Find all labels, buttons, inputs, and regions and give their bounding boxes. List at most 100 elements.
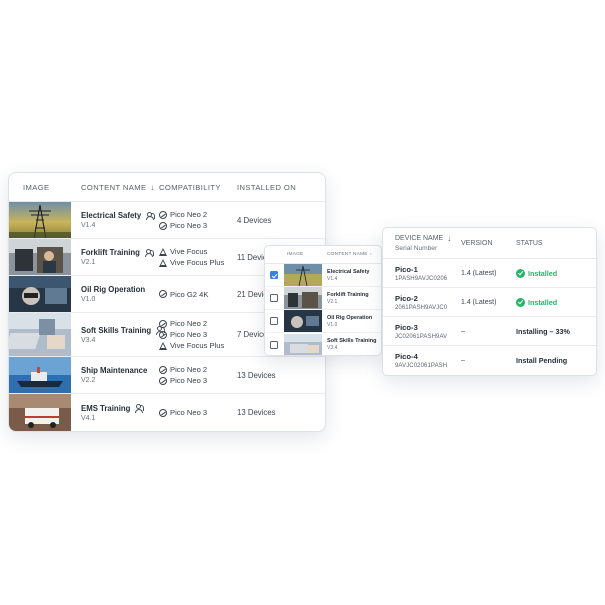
row-checkbox[interactable] bbox=[270, 317, 278, 325]
thumbnail-oil-rig-operation bbox=[284, 310, 322, 332]
picker-title: Soft Skills Training bbox=[327, 338, 377, 344]
header-content-name[interactable]: CONTENT NAME ↓ bbox=[71, 183, 159, 192]
device-version: 1.4 (Latest) bbox=[461, 269, 497, 277]
picker-version: V3.4 bbox=[327, 345, 338, 351]
header-installed-on: INSTALLED ON bbox=[237, 182, 297, 192]
picker-header-image: IMAGE bbox=[287, 252, 304, 257]
vive-logo-icon bbox=[159, 341, 167, 350]
header-compatibility: COMPATIBILITY bbox=[159, 182, 221, 192]
picker-header-content-name[interactable]: CONTENT NAME ↓ bbox=[322, 252, 372, 257]
vive-logo-icon bbox=[159, 258, 167, 267]
compatibility-list: Vive Focus Vive Focus Plus bbox=[159, 246, 237, 268]
picker-row[interactable]: Forklift Training V2.1 bbox=[265, 287, 381, 310]
device-version: – bbox=[461, 357, 465, 364]
users-icon bbox=[135, 404, 145, 413]
installed-count: 4 Devices bbox=[237, 215, 272, 225]
thumbnail-soft-skills-training bbox=[284, 333, 322, 355]
thumbnail-electrical-safety bbox=[284, 264, 322, 286]
picker-row[interactable]: Oil Rig Operation V1.0 bbox=[265, 310, 381, 333]
row-checkbox[interactable] bbox=[270, 340, 278, 349]
picker-header-content-name-label: CONTENT NAME bbox=[327, 252, 368, 257]
content-version: V1.0 bbox=[81, 296, 96, 303]
installed-count: 13 Devices bbox=[237, 370, 276, 380]
picker-header: IMAGE CONTENT NAME ↓ bbox=[265, 246, 381, 264]
header-serial-number: Serial Number bbox=[395, 245, 438, 252]
compatibility-list: Pico Neo 2 Pico Neo 3 Vive Focus Plus bbox=[159, 318, 237, 351]
check-circle-icon bbox=[516, 268, 525, 278]
device-row[interactable]: Pico-4 9AVJC02061PASH – Install Pending bbox=[383, 346, 596, 375]
content-version: V1.4 bbox=[81, 222, 96, 229]
thumbnail-forklift-training bbox=[9, 239, 71, 275]
device-row[interactable]: Pico-2 2061PASH9AVJC0 1.4 (Latest) Instal… bbox=[383, 288, 596, 317]
device-row[interactable]: Pico-1 1PASH9AVJC0206 1.4 (Latest) Instal… bbox=[383, 259, 596, 288]
pico-logo-icon bbox=[159, 221, 167, 230]
status-text: Installing – 33% bbox=[516, 326, 570, 336]
table-row[interactable]: EMS Training V4.1 Pico Neo 3 13 Devices bbox=[9, 394, 325, 431]
content-title: Forklift Training bbox=[81, 248, 159, 257]
picker-title: Forklift Training bbox=[327, 291, 369, 298]
thumbnail-oil-rig-operation bbox=[9, 276, 71, 312]
users-icon bbox=[144, 248, 155, 257]
table-row[interactable]: Electrical Safety V1.4 Pico Neo 2 Pico N… bbox=[9, 202, 325, 239]
header-device-name-label: DEVICE NAME bbox=[395, 235, 444, 242]
compatibility-list: Pico Neo 3 bbox=[159, 407, 237, 418]
pico-logo-icon bbox=[159, 408, 167, 417]
pico-logo-icon bbox=[159, 290, 167, 298]
content-version: V4.1 bbox=[81, 414, 96, 422]
device-table-header: DEVICE NAME ↓ Serial Number VERSION STATU… bbox=[383, 228, 596, 259]
pico-logo-icon bbox=[159, 210, 167, 219]
pico-logo-icon bbox=[159, 376, 167, 385]
content-version: V2.1 bbox=[81, 259, 96, 266]
content-table-header: IMAGE CONTENT NAME ↓ COMPATIBILITY INSTA… bbox=[9, 173, 325, 202]
sort-arrow-icon: ↓ bbox=[150, 182, 155, 192]
users-icon bbox=[146, 211, 156, 220]
vive-logo-icon bbox=[159, 247, 167, 256]
thumbnail-soft-skills-training bbox=[9, 313, 71, 356]
pico-logo-icon bbox=[159, 330, 167, 339]
device-status-card: DEVICE NAME ↓ Serial Number VERSION STATU… bbox=[382, 227, 597, 376]
table-row[interactable]: Ship Maintenance V2.2 Pico Neo 2 Pico Ne… bbox=[9, 357, 325, 394]
status-text: Install Pending bbox=[516, 356, 568, 365]
device-name: Pico-3 bbox=[395, 322, 418, 332]
device-serial: 2061PASH9AVJC0 bbox=[395, 304, 448, 311]
header-device-name[interactable]: DEVICE NAME ↓ Serial Number bbox=[383, 234, 461, 252]
header-status: STATUS bbox=[516, 239, 543, 247]
installed-count: 13 Devices bbox=[237, 408, 276, 417]
device-serial: 1PASH9AVJC0206 bbox=[395, 275, 448, 282]
pico-logo-icon bbox=[159, 365, 167, 374]
thumbnail-ems-training bbox=[9, 394, 71, 431]
sort-arrow-icon: ↓ bbox=[447, 234, 452, 243]
thumbnail-forklift-training bbox=[284, 287, 322, 309]
compatibility-list: Pico Neo 2 Pico Neo 3 bbox=[159, 209, 237, 231]
picker-row[interactable]: Soft Skills Training V3.4 bbox=[265, 333, 381, 355]
device-name: Pico-4 bbox=[395, 352, 418, 361]
row-checkbox[interactable] bbox=[270, 294, 278, 302]
header-version: VERSION bbox=[461, 239, 493, 247]
device-row[interactable]: Pico-3 JC02061PASH9AV – Installing – 33% bbox=[383, 317, 596, 346]
picker-title: Oil Rig Operation bbox=[327, 314, 373, 321]
picker-title: Electrical Safety bbox=[327, 268, 370, 275]
thumbnail-ship-maintenance bbox=[9, 357, 71, 393]
content-title: Ship Maintenance bbox=[81, 366, 148, 375]
device-version: – bbox=[461, 327, 465, 335]
header-content-name-label: CONTENT NAME bbox=[81, 182, 147, 192]
check-circle-icon bbox=[516, 297, 525, 307]
picker-version: V1.4 bbox=[327, 275, 338, 282]
row-checkbox[interactable] bbox=[270, 271, 278, 279]
content-title: Soft Skills Training bbox=[81, 326, 166, 335]
device-serial: 9AVJC02061PASH bbox=[395, 363, 448, 369]
compatibility-list: Pico G2 4K bbox=[159, 289, 237, 300]
content-version: V3.4 bbox=[81, 336, 96, 344]
header-image: IMAGE bbox=[23, 182, 50, 192]
content-picker-card: IMAGE CONTENT NAME ↓ Electrical Safety V1… bbox=[264, 245, 382, 356]
picker-row[interactable]: Electrical Safety V1.4 bbox=[265, 264, 381, 287]
device-version: 1.4 (Latest) bbox=[461, 298, 497, 306]
device-serial: JC02061PASH9AV bbox=[395, 333, 448, 340]
content-title: Oil Rig Operation bbox=[81, 285, 146, 294]
picker-version: V2.1 bbox=[327, 298, 338, 305]
device-name: Pico-2 bbox=[395, 293, 418, 303]
compatibility-list: Pico Neo 2 Pico Neo 3 bbox=[159, 364, 237, 386]
content-version: V2.2 bbox=[81, 377, 96, 384]
sort-arrow-icon: ↓ bbox=[369, 252, 373, 257]
content-title: Electrical Safety bbox=[81, 211, 159, 220]
